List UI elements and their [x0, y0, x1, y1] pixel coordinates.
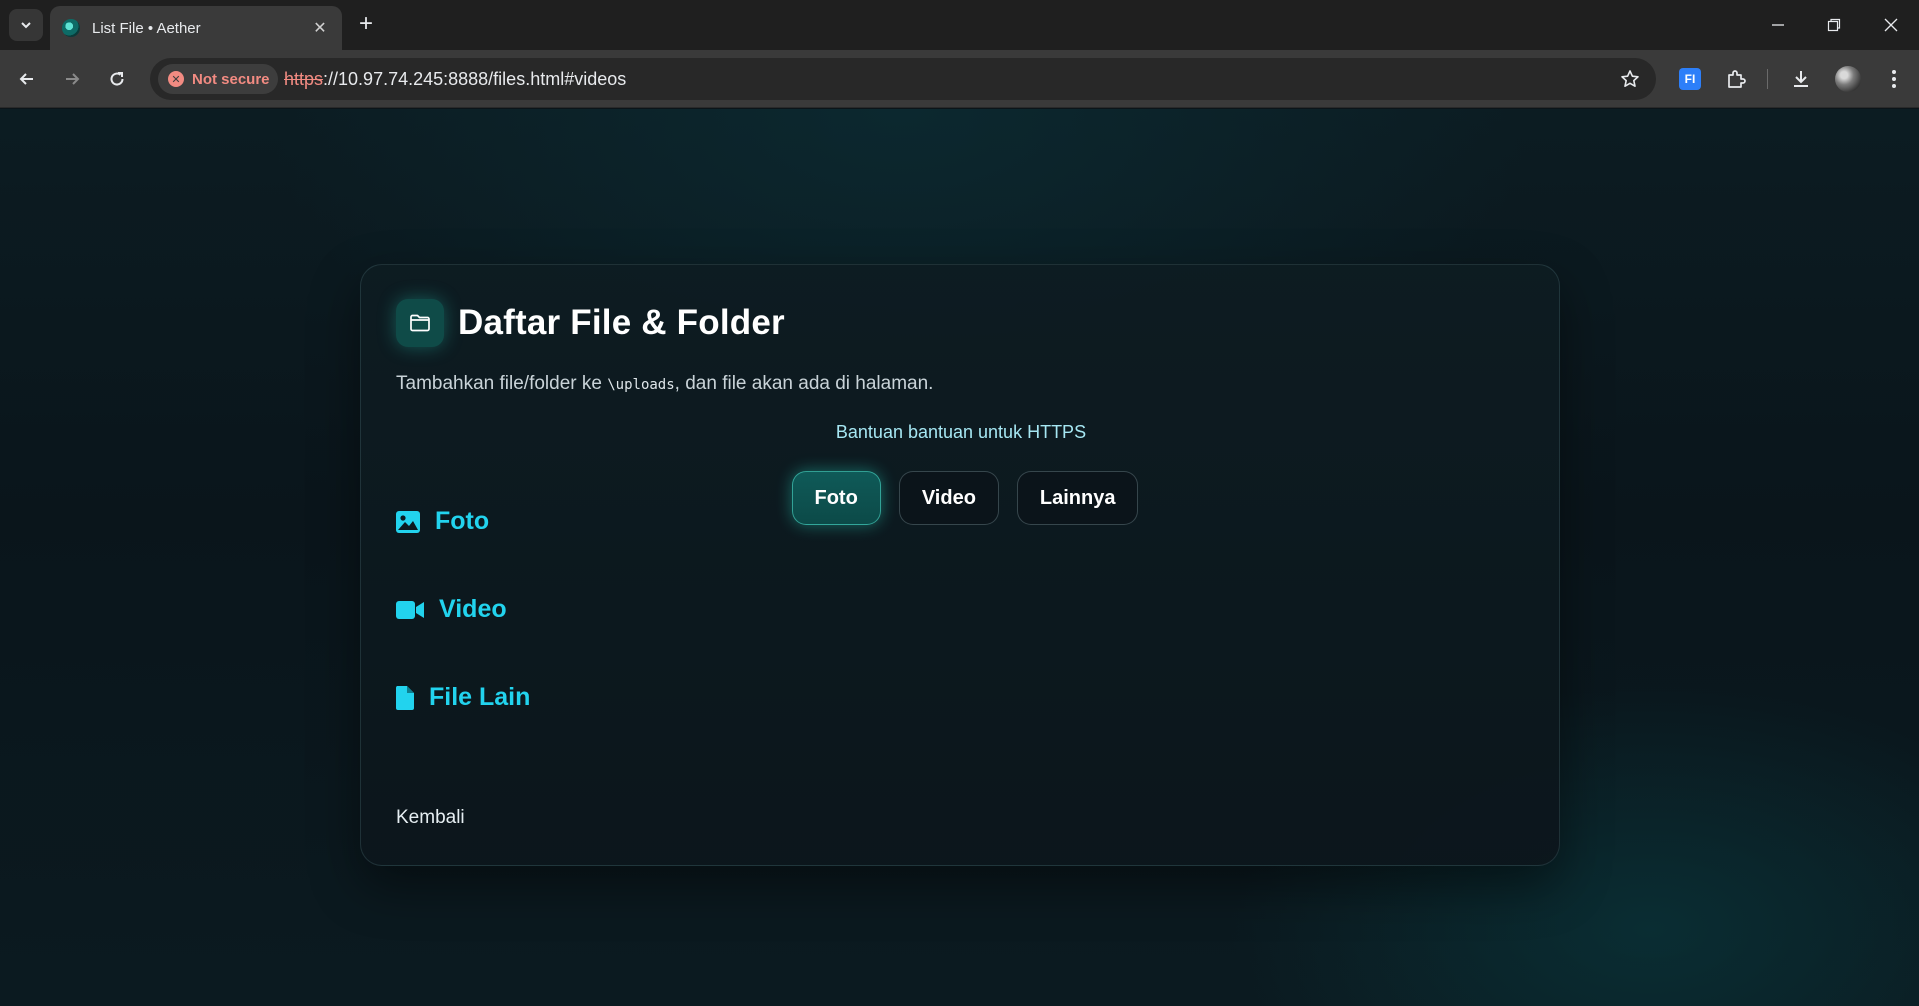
page-background: Daftar File & Folder Tambahkan file/fold… [0, 109, 1919, 1006]
avatar [1835, 66, 1861, 92]
tab-search-button[interactable] [9, 9, 43, 41]
header: Daftar File & Folder [396, 299, 785, 347]
url-scheme: https [284, 69, 324, 89]
arrow-left-icon [19, 73, 33, 85]
security-label: Not secure [192, 70, 270, 88]
star-icon [1621, 70, 1639, 87]
forward-button[interactable] [56, 63, 88, 95]
browser-tab[interactable]: List File • Aether ✕ [50, 6, 342, 50]
close-window-button[interactable] [1863, 0, 1919, 50]
downloads-button[interactable] [1785, 63, 1817, 95]
filter-video-button[interactable]: Video [898, 471, 999, 525]
minimize-icon [1772, 24, 1784, 26]
extensions-button[interactable] [1720, 63, 1752, 95]
chevron-down-icon [21, 22, 31, 29]
browser-toolbar: ✕ Not secure https://10.97.74.245:8888/f… [0, 50, 1919, 108]
section-video-title: Video [439, 595, 507, 623]
minimize-button[interactable] [1750, 0, 1806, 50]
more-vertical-icon [1892, 70, 1896, 88]
close-icon [1884, 18, 1898, 32]
image-icon [395, 510, 421, 534]
menu-button[interactable] [1878, 63, 1910, 95]
tab-strip: List File • Aether ✕ + [0, 0, 1919, 50]
tab-close-icon[interactable]: ✕ [310, 18, 330, 38]
https-help-link[interactable]: Bantuan bantuan untuk HTTPS [361, 422, 1561, 443]
download-icon [1794, 71, 1808, 87]
folder-icon [396, 299, 444, 347]
section-video: Video [395, 595, 507, 624]
reload-icon [110, 72, 124, 86]
uploads-path: \uploads [607, 377, 675, 393]
favicon-icon [62, 19, 80, 37]
section-file-lain: File Lain [395, 683, 530, 712]
description-text-start: Tambahkan file/folder ke [396, 373, 608, 394]
file-list-card: Daftar File & Folder Tambahkan file/fold… [360, 264, 1560, 866]
video-camera-icon [395, 599, 425, 621]
filter-tabs: Foto Video Lainnya [361, 471, 1561, 525]
extension-fi-icon: FI [1679, 68, 1701, 90]
section-file-lain-title: File Lain [429, 683, 531, 711]
security-chip[interactable]: ✕ Not secure [158, 64, 278, 94]
back-button[interactable] [11, 63, 43, 95]
profile-button[interactable] [1832, 63, 1864, 95]
url-text[interactable]: https://10.97.74.245:8888/files.html#vid… [284, 69, 626, 90]
tab-title: List File • Aether [92, 19, 201, 37]
restore-icon [1827, 18, 1841, 32]
address-bar[interactable]: ✕ Not secure https://10.97.74.245:8888/f… [150, 58, 1656, 100]
file-icon [395, 685, 415, 711]
bookmark-star-button[interactable] [1616, 66, 1644, 92]
restore-button[interactable] [1806, 0, 1862, 50]
description-text-end: , dan file akan ada di halaman. [674, 373, 934, 394]
url-rest: ://10.97.74.245:8888/files.html#videos [323, 69, 627, 89]
section-foto-title: Foto [435, 507, 490, 535]
back-link[interactable]: Kembali [396, 807, 465, 829]
filter-lainnya-button[interactable]: Lainnya [1016, 471, 1139, 525]
new-tab-button[interactable]: + [352, 10, 380, 38]
puzzle-icon [1728, 70, 1746, 88]
section-foto: Foto [395, 507, 489, 536]
page-title: Daftar File & Folder [458, 303, 785, 342]
page-description: Tambahkan file/folder ke \uploads, dan f… [396, 373, 933, 395]
extension-fi-button[interactable]: FI [1674, 63, 1706, 95]
warning-icon: ✕ [168, 71, 184, 87]
reload-button[interactable] [101, 63, 133, 95]
arrow-right-icon [66, 73, 80, 85]
filter-foto-button[interactable]: Foto [791, 471, 881, 525]
toolbar-divider [1767, 69, 1768, 89]
